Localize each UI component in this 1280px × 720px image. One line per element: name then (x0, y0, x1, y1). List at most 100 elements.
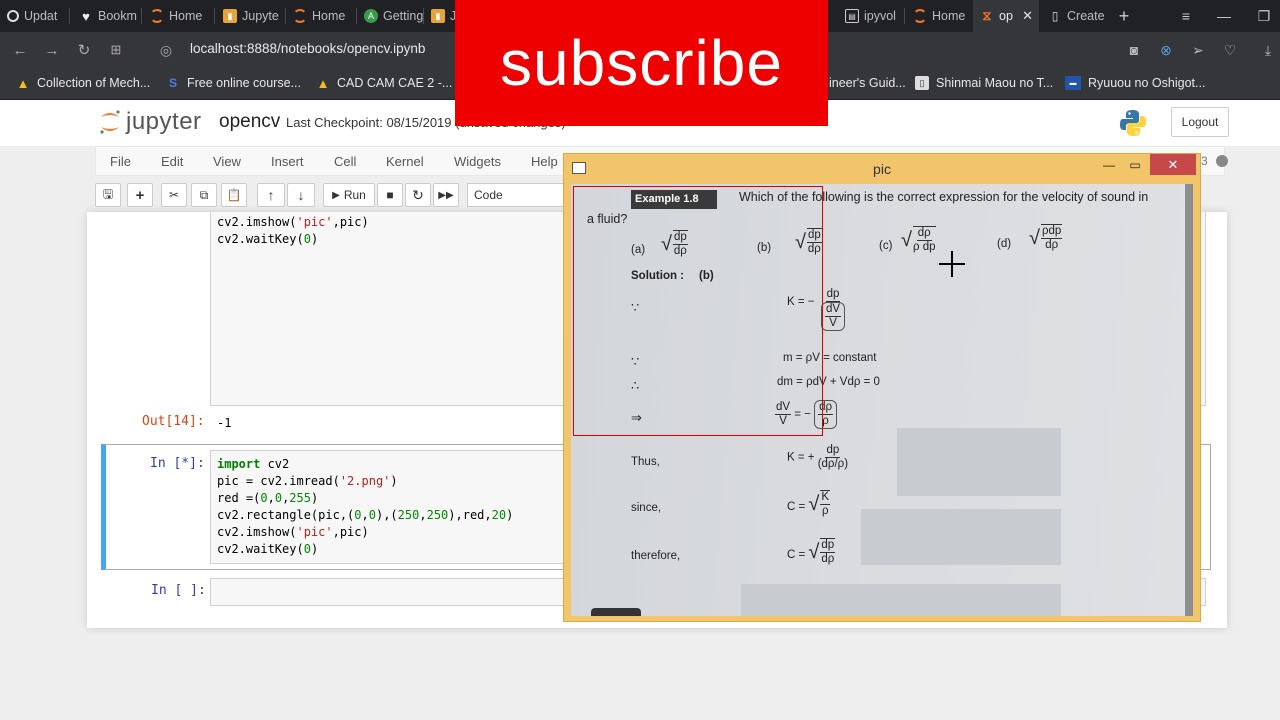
output-value: -1 (217, 416, 232, 430)
option-d-label: (d) (997, 238, 1012, 250)
document-icon: ▤ (845, 9, 859, 23)
restart-run-all-button[interactable]: ▶▶ (433, 183, 459, 207)
jupyter-logo-text: jupyter (126, 108, 202, 135)
jupyter-icon (150, 9, 164, 23)
send-icon[interactable]: ➢ (1188, 40, 1208, 60)
close-icon[interactable]: ✕ (1150, 154, 1196, 175)
drive-icon: ▲ (16, 75, 30, 91)
notebook-name[interactable]: opencv (219, 111, 280, 133)
close-tab-icon[interactable]: ✕ (1022, 8, 1033, 24)
output-prompt: Out[14]: (142, 414, 205, 429)
copy-button[interactable]: ⧉ (191, 183, 217, 207)
bookmark-label: Shinmai Maou no T... (936, 76, 1054, 90)
hourglass-icon: ⧖ (982, 8, 992, 23)
page-edge (1185, 184, 1193, 616)
tab-bookmarks[interactable]: ♥ Bookm (72, 0, 138, 32)
tab-separator (141, 8, 142, 24)
forward-icon[interactable]: → (40, 38, 64, 62)
move-down-button[interactable]: ↓ (287, 183, 315, 207)
code-line: cv2.waitKey(0) (217, 232, 319, 246)
menu-file[interactable]: File (110, 154, 131, 169)
drive-icon: ▲ (316, 75, 330, 91)
bookmark-item[interactable]: ineer's Guid... (829, 76, 906, 90)
opencv-window: pic — ▭ ✕ Example 1.8 Which of the follo… (563, 153, 1201, 622)
camera-icon[interactable]: ◙ (1124, 40, 1144, 60)
paste-icon: 📋 (226, 188, 242, 202)
minimize-icon[interactable]: — (1204, 0, 1244, 32)
tab-ipyvol[interactable]: ▤ ipyvol (838, 0, 904, 32)
minimize-icon[interactable]: — (1097, 154, 1121, 175)
jupyter-icon (913, 9, 927, 23)
tab-label: Home (312, 9, 346, 23)
menu-edit[interactable]: Edit (161, 154, 183, 169)
tab-label: Home (932, 9, 966, 23)
run-button[interactable]: ▶ Run (323, 183, 375, 207)
plus-icon: + (135, 186, 145, 204)
interrupt-button[interactable]: ■ (377, 183, 403, 207)
python-logo-icon (1120, 110, 1146, 136)
bookmark-label: CAD CAM CAE 2 -... (337, 76, 453, 90)
tab-create[interactable]: ▯ Create (1041, 0, 1107, 32)
jupyter-logo[interactable]: jupyter (98, 108, 202, 136)
menu-cell[interactable]: Cell (334, 154, 356, 169)
tab-separator (69, 8, 70, 24)
tab-home-3[interactable]: Home (906, 0, 972, 32)
save-button[interactable]: 🖫 (95, 183, 121, 207)
jupyter-icon (293, 9, 307, 23)
option-c-formula: √ dρ ρ dp (901, 226, 936, 253)
menu-insert[interactable]: Insert (271, 154, 304, 169)
subscribe-banner: subscribe (455, 0, 828, 126)
bookmark-item[interactable]: ▲ CAD CAM CAE 2 -... (316, 75, 453, 91)
finger-shadow (591, 608, 641, 616)
tab-getting[interactable]: A Getting (357, 0, 423, 32)
menu-kernel[interactable]: Kernel (386, 154, 424, 169)
shadow-block (741, 584, 1061, 616)
tab-jupyter-2[interactable]: ▮ Ju (424, 0, 455, 32)
vpn-shield-icon[interactable]: ⊗ (1156, 40, 1176, 60)
play-icon: ▶ (332, 189, 340, 201)
tab-menu-icon[interactable]: ≡ (1166, 0, 1206, 32)
tab-label: Bookm (98, 9, 137, 23)
insert-cell-button[interactable]: + (127, 183, 153, 207)
code-line: cv2.imshow('pic',pic) (217, 215, 369, 229)
logout-button[interactable]: Logout (1171, 107, 1229, 137)
bookmark-item[interactable]: ▲ Collection of Mech... (16, 75, 151, 91)
kernel-busy-indicator (1216, 155, 1228, 167)
tab-jupyter[interactable]: ▮ Jupyte (216, 0, 284, 32)
therefore-text: therefore, (631, 550, 681, 562)
notebook-icon: ▮ (431, 9, 445, 23)
reload-icon[interactable]: ↻ (72, 38, 96, 62)
menu-help[interactable]: Help (531, 154, 558, 169)
menu-view[interactable]: View (213, 154, 241, 169)
tab-opencv-active[interactable]: ⧖ op ✕ (973, 0, 1039, 32)
tab-home-2[interactable]: Home (286, 0, 354, 32)
heart-icon[interactable]: ♡ (1220, 40, 1240, 60)
tab-home-1[interactable]: Home (143, 0, 213, 32)
bookmark-label: ineer's Guid... (829, 76, 906, 90)
new-tab-icon[interactable]: + (1104, 0, 1144, 32)
speed-dial-icon[interactable]: ⊞ (104, 38, 128, 62)
bookmark-label: Collection of Mech... (37, 76, 151, 90)
url-field[interactable]: localhost:8888/notebooks/opencv.ipynb (190, 41, 425, 56)
page-icon: ▯ (1051, 9, 1059, 23)
download-icon[interactable]: ⤓ (1258, 40, 1278, 60)
opera-icon (7, 10, 19, 22)
maximize-icon[interactable]: ▭ (1123, 154, 1147, 175)
restore-icon[interactable]: ❐ (1244, 0, 1280, 32)
menu-widgets[interactable]: Widgets (454, 154, 501, 169)
cell-type-select[interactable]: Code (467, 183, 567, 207)
kernel-version: 3 (1201, 154, 1208, 168)
move-up-button[interactable]: ↑ (257, 183, 285, 207)
bookmark-item[interactable]: S Free online course... (166, 76, 301, 90)
tab-update[interactable]: Updat (0, 0, 66, 32)
bookmark-item[interactable]: ▯ Shinmai Maou no T... (915, 76, 1053, 90)
cut-button[interactable]: ✂ (161, 183, 187, 207)
c-final-equation: C = √ dp dρ (787, 538, 836, 565)
opencv-image: Example 1.8 Which of the following is th… (571, 184, 1193, 616)
bookmark-item[interactable]: ▬ Ryuuou no Oshigot... (1065, 76, 1205, 90)
paste-button[interactable]: 📋 (221, 183, 247, 207)
restart-button[interactable]: ↻ (405, 183, 431, 207)
tab-label: Home (169, 9, 203, 23)
back-icon[interactable]: ← (8, 38, 32, 62)
shadow-block (861, 509, 1061, 565)
